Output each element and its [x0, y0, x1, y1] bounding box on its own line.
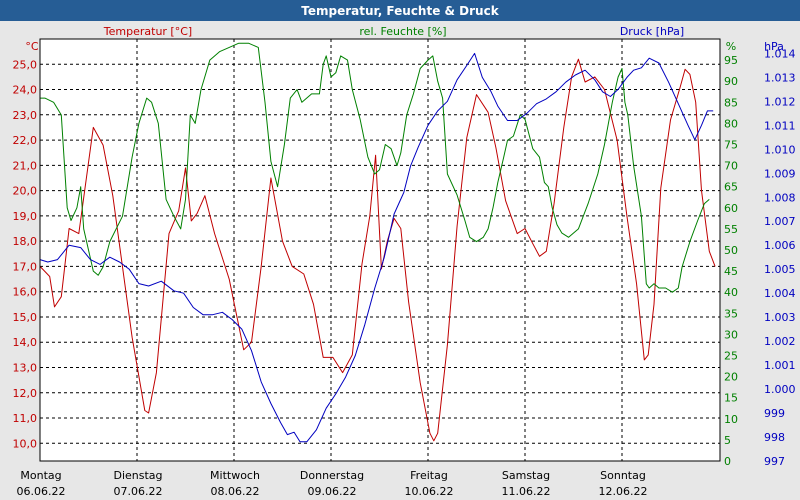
humidity-tick-label: 80 — [724, 117, 738, 130]
pressure-tick-label: 1.008 — [764, 191, 796, 204]
temperature-tick-label: 24,0 — [13, 84, 38, 97]
pressure-tick-label: 1.002 — [764, 335, 796, 348]
x-tick-date: 07.06.22 — [114, 485, 163, 498]
x-tick-day: Dienstag — [113, 469, 162, 482]
temperature-tick-label: 19,0 — [13, 210, 38, 223]
pressure-tick-label: 1.000 — [764, 383, 796, 396]
x-tick-day: Donnerstag — [300, 469, 364, 482]
humidity-tick-label: 55 — [724, 223, 738, 236]
temperature-axis-unit: °C — [25, 40, 39, 53]
temperature-tick-label: 13,0 — [13, 362, 38, 375]
humidity-tick-label: 45 — [724, 265, 738, 278]
humidity-tick-label: 0 — [724, 455, 731, 468]
legend-temperature: Temperatur [°C] — [103, 25, 192, 38]
x-tick-date: 11.06.22 — [502, 485, 551, 498]
humidity-tick-label: 5 — [724, 434, 731, 447]
temperature-tick-label: 15,0 — [13, 311, 38, 324]
humidity-tick-label: 85 — [724, 96, 738, 109]
humidity-tick-label: 50 — [724, 244, 738, 257]
pressure-tick-label: 1.013 — [764, 71, 796, 84]
pressure-tick-label: 1.003 — [764, 311, 796, 324]
legend-pressure: Druck [hPa] — [620, 25, 684, 38]
legend-humidity: rel. Feuchte [%] — [359, 25, 446, 38]
temperature-tick-label: 11,0 — [13, 412, 38, 425]
temperature-tick-label: 12,0 — [13, 387, 38, 400]
humidity-tick-label: 90 — [724, 75, 738, 88]
x-tick-date: 10.06.22 — [405, 485, 454, 498]
pressure-tick-label: 1.011 — [764, 119, 796, 132]
pressure-tick-label: 1.012 — [764, 95, 796, 108]
temperature-tick-label: 20,0 — [13, 185, 38, 198]
pressure-tick-label: 999 — [764, 407, 785, 420]
temperature-tick-label: 21,0 — [13, 159, 38, 172]
temperature-tick-label: 10,0 — [13, 437, 38, 450]
x-tick-day: Sonntag — [600, 469, 646, 482]
chart-title: Temperatur, Feuchte & Druck — [301, 4, 499, 18]
humidity-tick-label: 95 — [724, 54, 738, 67]
pressure-tick-label: 1.014 — [764, 47, 796, 60]
pressure-tick-label: 997 — [764, 455, 785, 468]
x-tick-day: Montag — [20, 469, 61, 482]
humidity-tick-label: 25 — [724, 350, 738, 363]
humidity-axis-unit: % — [726, 40, 736, 53]
x-tick-date: 06.06.22 — [17, 485, 66, 498]
temperature-tick-label: 14,0 — [13, 336, 38, 349]
temperature-tick-label: 22,0 — [13, 134, 38, 147]
temperature-tick-label: 16,0 — [13, 286, 38, 299]
temperature-tick-label: 17,0 — [13, 260, 38, 273]
temperature-tick-label: 23,0 — [13, 109, 38, 122]
x-tick-day: Mittwoch — [210, 469, 260, 482]
humidity-tick-label: 40 — [724, 286, 738, 299]
pressure-tick-label: 1.006 — [764, 239, 796, 252]
humidity-tick-label: 20 — [724, 371, 738, 384]
humidity-tick-label: 30 — [724, 328, 738, 341]
x-tick-date: 09.06.22 — [308, 485, 357, 498]
temperature-tick-label: 18,0 — [13, 235, 38, 248]
humidity-tick-label: 35 — [724, 307, 738, 320]
humidity-tick-label: 60 — [724, 202, 738, 215]
pressure-tick-label: 1.007 — [764, 215, 796, 228]
humidity-tick-label: 70 — [724, 160, 738, 173]
x-tick-date: 12.06.22 — [599, 485, 648, 498]
humidity-tick-label: 15 — [724, 392, 738, 405]
x-tick-day: Freitag — [410, 469, 448, 482]
humidity-tick-label: 75 — [724, 139, 738, 152]
chart: Temperatur, Feuchte & Druck Temperatur [… — [0, 0, 800, 500]
pressure-tick-label: 1.001 — [764, 359, 796, 372]
pressure-tick-label: 1.005 — [764, 263, 796, 276]
x-tick-day: Samstag — [502, 469, 550, 482]
pressure-tick-label: 1.010 — [764, 143, 796, 156]
pressure-tick-label: 1.009 — [764, 167, 796, 180]
temperature-tick-label: 25,0 — [13, 58, 38, 71]
pressure-tick-label: 1.004 — [764, 287, 796, 300]
pressure-tick-label: 998 — [764, 431, 785, 444]
humidity-tick-label: 10 — [724, 413, 738, 426]
humidity-tick-label: 65 — [724, 181, 738, 194]
x-tick-date: 08.06.22 — [211, 485, 260, 498]
